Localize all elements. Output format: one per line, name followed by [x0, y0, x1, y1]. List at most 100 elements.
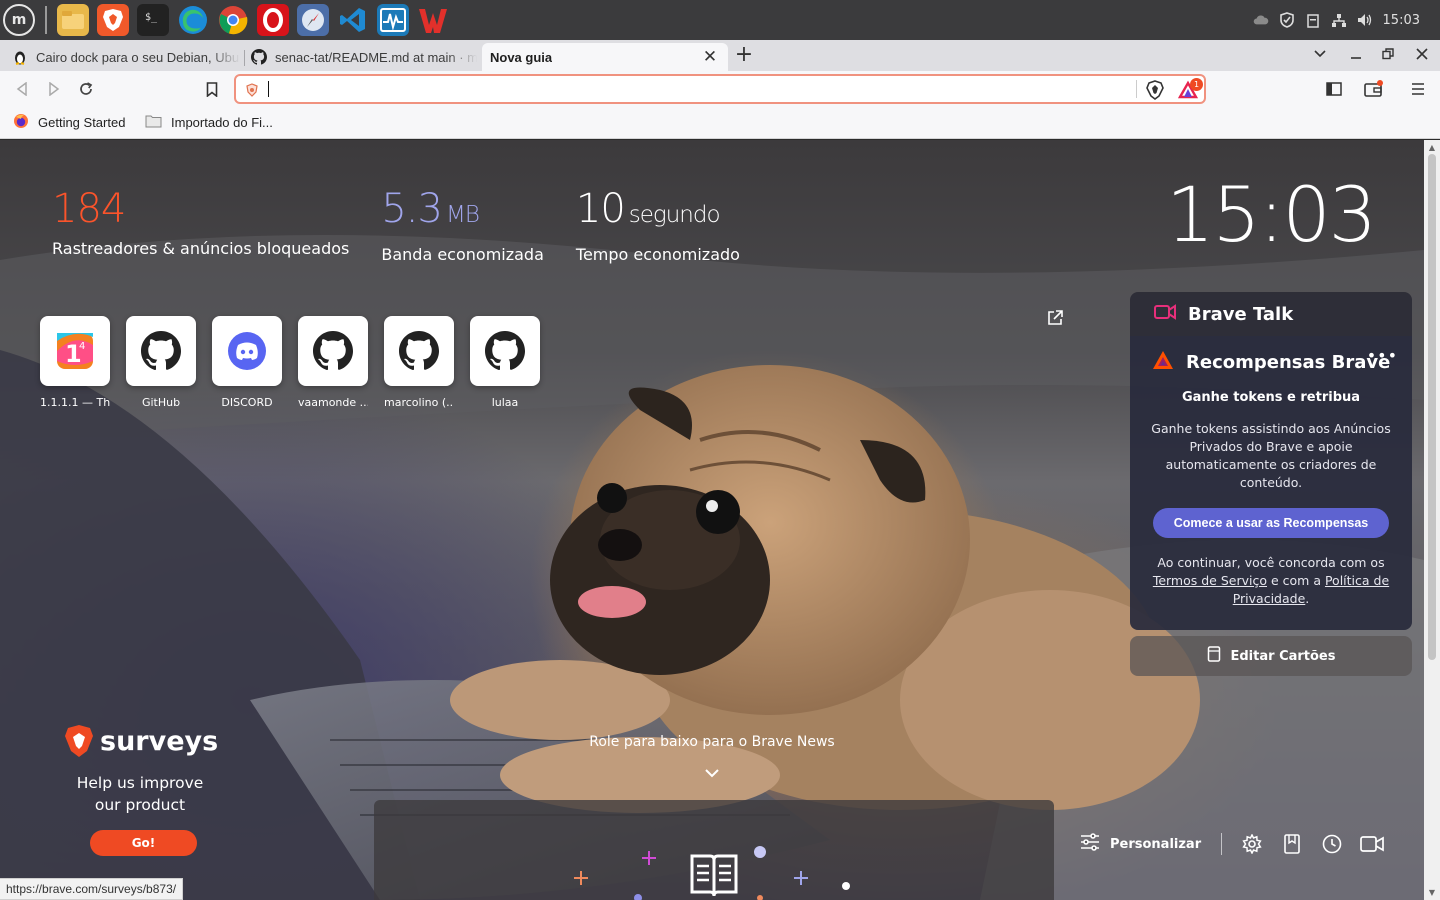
history-icon[interactable] [1312, 828, 1352, 860]
time-value: 10 [575, 186, 626, 232]
terminal-icon[interactable]: $_ [137, 4, 169, 36]
tab-search-chevron-icon[interactable] [1310, 44, 1330, 64]
restore-icon[interactable] [1378, 44, 1398, 64]
back-icon[interactable] [12, 79, 32, 99]
top-site-name: vaamonde ... [298, 396, 368, 409]
taskbar-clock[interactable]: 15:03 [1383, 13, 1420, 28]
bottom-separator [1221, 833, 1223, 855]
scroll-up-icon[interactable]: ▲ [1428, 143, 1436, 152]
github-icon [313, 331, 353, 371]
taskbar-separator [45, 6, 47, 34]
network-icon[interactable] [1331, 12, 1347, 28]
files-icon[interactable] [57, 4, 89, 36]
cloud-icon[interactable] [1253, 12, 1269, 28]
scrollbar-thumb[interactable] [1428, 154, 1436, 660]
top-site-tile[interactable]: marcolino (... [384, 316, 454, 409]
top-site-tile[interactable]: DISCORD [212, 316, 282, 409]
scroll-down-icon[interactable]: ▼ [1428, 888, 1436, 897]
bookmark-getting-started[interactable]: Getting Started [13, 113, 125, 131]
bookmark-folder-importado[interactable]: Importado do Fi... [145, 113, 273, 131]
system-monitor-icon[interactable] [377, 4, 409, 36]
top-site-icon-box[interactable] [298, 316, 368, 386]
github-icon [251, 49, 267, 65]
wallet-icon[interactable] [1364, 79, 1384, 99]
customize-label: Personalizar [1110, 836, 1202, 852]
more-options-icon[interactable]: ••• [1367, 346, 1398, 365]
stat-time: 10 segundo Tempo economizado [576, 185, 740, 264]
system-tray: 15:03 [1253, 0, 1440, 40]
customize-button[interactable]: Personalizar [1070, 833, 1211, 855]
close-window-icon[interactable] [1412, 44, 1432, 64]
top-site-name: lulaa [491, 396, 519, 409]
web-browser-icon[interactable] [297, 4, 329, 36]
top-site-icon-box[interactable] [126, 316, 196, 386]
chrome-icon[interactable] [217, 4, 249, 36]
sliders-icon [1080, 833, 1100, 855]
surveys-logo: surveys [64, 724, 224, 758]
surveys-brand: surveys [100, 725, 219, 757]
new-tab-button[interactable]: + [734, 42, 754, 67]
reload-icon[interactable] [76, 79, 96, 99]
minimize-icon[interactable] [1346, 44, 1366, 64]
page-scrollbar[interactable]: ▲ ▼ [1424, 140, 1440, 900]
news-book-icon [690, 850, 738, 900]
top-site-name: marcolino (... [384, 396, 454, 409]
start-rewards-button[interactable]: Comece a usar as Recompensas [1153, 508, 1389, 538]
opera-icon[interactable] [257, 4, 289, 36]
surveys-go-button[interactable]: Go! [90, 830, 197, 856]
folder-icon [145, 114, 162, 131]
top-site-icon-box[interactable] [470, 316, 540, 386]
open-external-icon[interactable] [1046, 309, 1064, 327]
tab-divider [244, 50, 245, 66]
bookmarks-bar: Getting Started Importado do Fi... [0, 107, 1440, 139]
mint-menu-icon[interactable]: m [3, 4, 35, 36]
surveys-text-line: Help us improve [76, 774, 204, 792]
top-site-icon-box[interactable] [212, 316, 282, 386]
ntp-bottom-controls: Personalizar [1070, 828, 1392, 860]
top-site-icon-box[interactable]: 14 [40, 316, 110, 386]
bookmarks-manager-icon[interactable] [1272, 828, 1312, 860]
text-caret [268, 81, 269, 97]
browser-toolbar: 1 [0, 71, 1440, 107]
top-site-tile[interactable]: lulaa [470, 316, 540, 409]
brave-talk-video-icon[interactable] [1352, 828, 1392, 860]
brave-talk-title: Brave Talk [1188, 303, 1294, 325]
sidebar-icon[interactable] [1324, 79, 1344, 99]
close-tab-icon[interactable]: ✕ [700, 47, 720, 67]
bookmark-label: Getting Started [38, 114, 126, 130]
site-info-icon[interactable] [245, 82, 259, 101]
menu-icon[interactable] [1408, 79, 1428, 99]
top-site-tile[interactable]: GitHub [126, 316, 196, 409]
forward-icon[interactable] [44, 79, 64, 99]
top-site-tile[interactable]: vaamonde ... [298, 316, 368, 409]
chevron-down-icon[interactable] [704, 764, 720, 778]
address-input[interactable] [266, 80, 1126, 98]
browser-tab-strip: Cairo dock para o seu Debian, Ubuntu sen… [0, 40, 1440, 71]
brave-news-panel [374, 800, 1054, 900]
brave-talk-card[interactable]: Brave Talk [1130, 292, 1412, 336]
tab-github-readme[interactable]: senac-tat/README.md at main · marcolino [251, 43, 477, 71]
stat-trackers: 184 Rastreadores & anúncios bloqueados [52, 185, 349, 264]
volume-icon[interactable] [1357, 12, 1373, 28]
edge-icon[interactable] [177, 4, 209, 36]
wps-office-icon[interactable] [417, 4, 449, 36]
address-bar[interactable]: 1 [234, 74, 1206, 104]
tab-nova-guia[interactable]: Nova guia [482, 43, 728, 71]
edit-cards-button[interactable]: Editar Cartões [1130, 636, 1412, 676]
shield-icon[interactable] [1279, 12, 1295, 28]
top-site-icon-box[interactable] [384, 316, 454, 386]
brave-icon[interactable] [97, 4, 129, 36]
clipboard-icon[interactable] [1305, 12, 1321, 28]
brave-shields-icon[interactable] [1146, 80, 1164, 104]
settings-gear-icon[interactable] [1232, 828, 1272, 860]
terms-of-service-link[interactable]: Termos de Serviço [1153, 573, 1267, 588]
bookmark-icon[interactable] [202, 79, 222, 99]
trackers-label: Rastreadores & anúncios bloqueados [52, 239, 350, 258]
github-icon [485, 331, 525, 371]
tab-cairo-dock[interactable]: Cairo dock para o seu Debian, Ubuntu [12, 43, 240, 71]
bookmark-label: Importado do Fi... [171, 114, 273, 130]
top-sites-grid: 14 1.1.1.1 — The fr... GitHub DISCORD [40, 316, 540, 409]
top-site-tile[interactable]: 14 1.1.1.1 — The fr... [40, 316, 110, 409]
brave-news-hint[interactable]: Role para baixo para o Brave News [560, 734, 864, 750]
vscode-icon[interactable] [337, 4, 369, 36]
